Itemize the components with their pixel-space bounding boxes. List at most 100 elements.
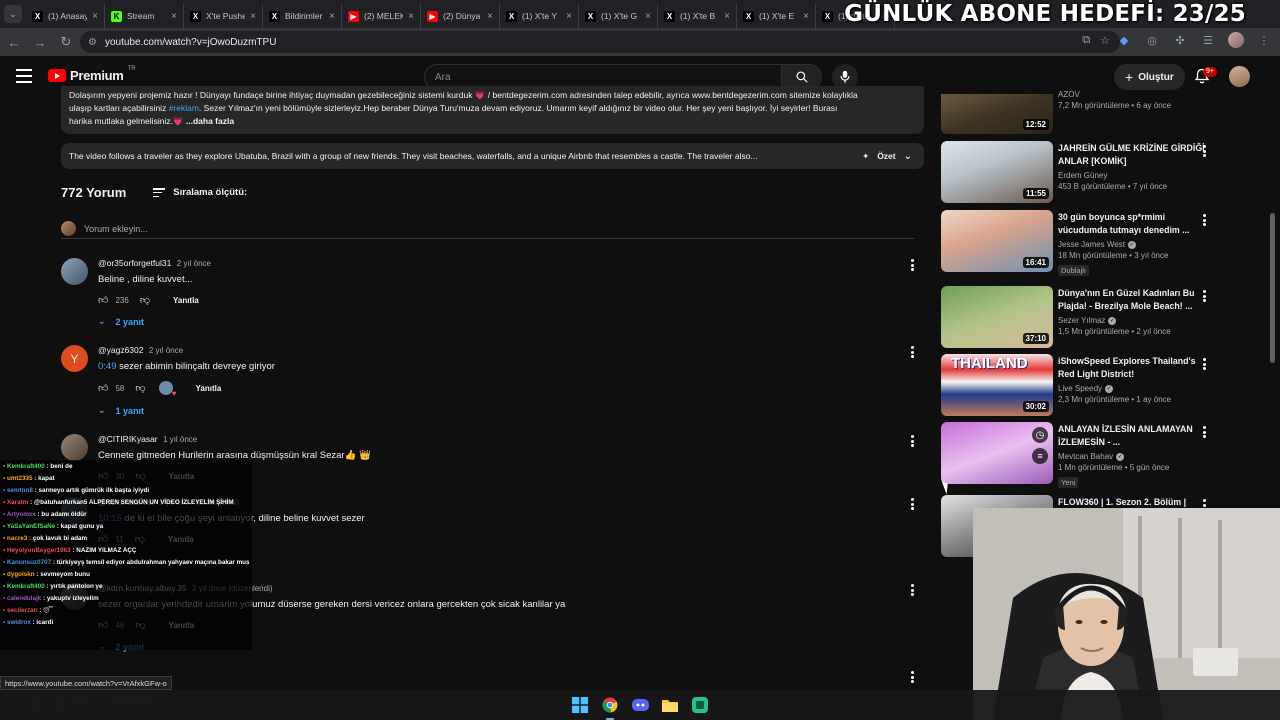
browser-tab[interactable]: X (1) X'te G ×	[579, 4, 658, 28]
comment-author-avatar[interactable]	[61, 434, 88, 461]
youtube-premium-logo[interactable]: Premium TR	[48, 66, 136, 83]
video-menu-icon[interactable]	[1203, 214, 1207, 226]
comment-author[interactable]: @CITIRIKyasar	[98, 434, 158, 444]
reading-list-icon[interactable]: ☰	[1200, 32, 1216, 48]
app-icon[interactable]	[690, 695, 710, 715]
comment-time[interactable]: 2 yıl önce	[149, 346, 183, 355]
comment-menu-icon[interactable]	[906, 345, 918, 359]
video-thumbnail[interactable]: 30:02 THAILAND	[941, 354, 1053, 416]
recommended-video[interactable]: 12:52 AZOV 7,2 Mn görüntüleme • 6 ay önc…	[941, 90, 1251, 134]
channel-name[interactable]: Mevtcan Bahav	[1058, 452, 1113, 461]
video-menu-icon[interactable]	[1203, 145, 1207, 157]
tab-search-button[interactable]: ⌄	[4, 5, 22, 23]
channel-name[interactable]: Sezer Yılmaz	[1058, 316, 1105, 325]
account-avatar[interactable]	[1229, 66, 1250, 87]
video-thumbnail[interactable]: 11:55	[941, 141, 1053, 203]
comment-time[interactable]: 2 yıl önce	[177, 259, 211, 268]
sort-button[interactable]: Sıralama ölçütü:	[153, 187, 247, 198]
channel-name[interactable]: Jesse James West	[1058, 240, 1125, 249]
browser-tab[interactable]: ▶ (2) Dünya ×	[421, 4, 500, 28]
comment-menu-icon[interactable]	[906, 258, 918, 272]
discord-icon[interactable]	[630, 695, 650, 715]
watch-later-icon[interactable]: ◷	[1032, 427, 1048, 443]
close-tab-icon[interactable]: ×	[803, 11, 809, 22]
video-title[interactable]: JAHREİN GÜLME KRİZİNE GİRDİĞİ ANLAR [KOM…	[1058, 142, 1208, 167]
summary-button[interactable]: ✦ Özet ⌄	[862, 151, 912, 162]
extension-icon-2[interactable]: ◎	[1144, 32, 1160, 48]
video-title[interactable]: ANLAYAN İZLESİN ANLAMAYAN İZLEMESİN - ..…	[1058, 423, 1208, 448]
comment-author[interactable]: @yagz6302	[98, 345, 144, 355]
video-title[interactable]: 30 gün boyunca sp*rmimi vücudumda tutmay…	[1058, 211, 1208, 236]
profile-avatar[interactable]	[1228, 32, 1244, 48]
bookmark-star-icon[interactable]: ☆	[1100, 34, 1110, 47]
recommended-video[interactable]: 11:55 JAHREİN GÜLME KRİZİNE GİRDİĞİ ANLA…	[941, 141, 1251, 203]
address-bar[interactable]: ⚙ youtube.com/watch?v=jOwoDuzmTPU ⧉ ☆	[80, 31, 1120, 53]
dislike-icon[interactable]: 👎︎	[135, 382, 145, 394]
view-replies-button[interactable]: ⌄ 1 yanıt	[98, 405, 878, 416]
timestamp-link[interactable]: 0:49	[98, 361, 117, 372]
browser-tab[interactable]: X(1) Anasayfa×	[26, 4, 105, 28]
close-tab-icon[interactable]: ×	[250, 11, 256, 22]
comment-menu-icon[interactable]	[906, 670, 918, 684]
channel-name[interactable]: Erdem Güney	[1058, 171, 1107, 180]
close-tab-icon[interactable]: ×	[487, 11, 493, 22]
dislike-icon[interactable]: 👎︎	[140, 294, 150, 306]
comment-menu-icon[interactable]	[906, 434, 918, 448]
video-thumbnail[interactable]: 12:52	[941, 94, 1053, 134]
reply-button[interactable]: Yanıtla	[173, 296, 199, 305]
browser-menu-icon[interactable]: ⋮	[1256, 32, 1272, 48]
video-title[interactable]: iShowSpeed Explores Thailand's Red Light…	[1058, 355, 1208, 380]
close-tab-icon[interactable]: ×	[724, 11, 730, 22]
recommended-video[interactable]: ◷ ≡ ANLAYAN İZLESİN ANLAMAYAN İZLEMESİN -…	[941, 422, 1251, 488]
channel-name[interactable]: AZOV	[1058, 90, 1080, 99]
close-tab-icon[interactable]: ×	[566, 11, 572, 22]
install-app-icon[interactable]: ⧉	[1082, 34, 1090, 47]
video-thumbnail[interactable]: 16:41	[941, 210, 1053, 272]
like-icon[interactable]: 👍︎	[98, 294, 108, 306]
like-icon[interactable]: 👍︎	[98, 382, 108, 394]
close-tab-icon[interactable]: ×	[329, 11, 335, 22]
extensions-puzzle-icon[interactable]: ✣	[1172, 32, 1188, 48]
browser-tab[interactable]: X (1) X'te E ×	[737, 4, 816, 28]
browser-tab[interactable]: XX'te Pusher×	[184, 4, 263, 28]
add-comment-field[interactable]: Yorum ekleyin...	[61, 219, 914, 239]
recommended-video[interactable]: 16:41 30 gün boyunca sp*rmimi vücudumda …	[941, 210, 1251, 276]
browser-tab[interactable]: X Bildirimler ×	[263, 4, 342, 28]
recommended-video[interactable]: 37:10 Dünya'nın En Güzel Kadınları Bu Pl…	[941, 286, 1251, 348]
back-button[interactable]: ←	[2, 30, 26, 54]
video-thumbnail[interactable]: 37:10	[941, 286, 1053, 348]
view-replies-button[interactable]: ⌄2 yanıt	[98, 316, 878, 327]
file-explorer-icon[interactable]	[660, 695, 680, 715]
comment-menu-icon[interactable]	[906, 583, 918, 597]
video-menu-icon[interactable]	[1203, 290, 1207, 302]
video-description[interactable]: Dolaşırım yepyeni projemiz hazır ! Dünya…	[61, 86, 924, 134]
browser-tab[interactable]: X (1) X'te B ×	[658, 4, 737, 28]
close-tab-icon[interactable]: ×	[408, 11, 414, 22]
recommended-video[interactable]: 30:02 THAILAND iShowSpeed Explores Thail…	[941, 354, 1251, 416]
video-title[interactable]: Dünya'nın En Güzel Kadınları Bu Plajda! …	[1058, 287, 1208, 312]
close-tab-icon[interactable]: ×	[171, 11, 177, 22]
add-to-queue-icon[interactable]: ≡	[1032, 448, 1048, 464]
windows-start-icon[interactable]	[570, 695, 590, 715]
site-info-icon[interactable]: ⚙	[88, 37, 97, 48]
channel-name[interactable]: Live Speedy	[1058, 384, 1102, 393]
video-thumbnail[interactable]: ◷ ≡	[941, 422, 1053, 484]
reload-button[interactable]: ↻	[54, 30, 78, 54]
forward-button[interactable]: →	[28, 30, 52, 54]
browser-tab[interactable]: ▶ (2) MELEK ×	[342, 4, 421, 28]
video-title[interactable]: FLOW360 | 1. Sezon 2. Bölüm |	[1058, 496, 1208, 509]
video-menu-icon[interactable]	[1203, 358, 1207, 370]
show-more-link[interactable]: ...daha fazla	[186, 116, 234, 126]
reply-button[interactable]: Yanıtla	[196, 384, 222, 393]
hashtag-link[interactable]: #reklam	[169, 103, 199, 113]
close-tab-icon[interactable]: ×	[645, 11, 651, 22]
comment-time[interactable]: 1 yıl önce	[163, 435, 197, 444]
browser-tab[interactable]: X (1) X'te Y ×	[500, 4, 579, 28]
chrome-icon[interactable]	[600, 695, 620, 720]
comment-menu-icon[interactable]	[906, 497, 918, 511]
video-menu-icon[interactable]	[1203, 426, 1207, 438]
extension-icon-1[interactable]: ◆	[1116, 32, 1132, 48]
comment-author-avatar[interactable]	[61, 258, 88, 285]
browser-tab[interactable]: K Stream ×	[105, 4, 184, 28]
close-tab-icon[interactable]: ×	[92, 11, 98, 22]
